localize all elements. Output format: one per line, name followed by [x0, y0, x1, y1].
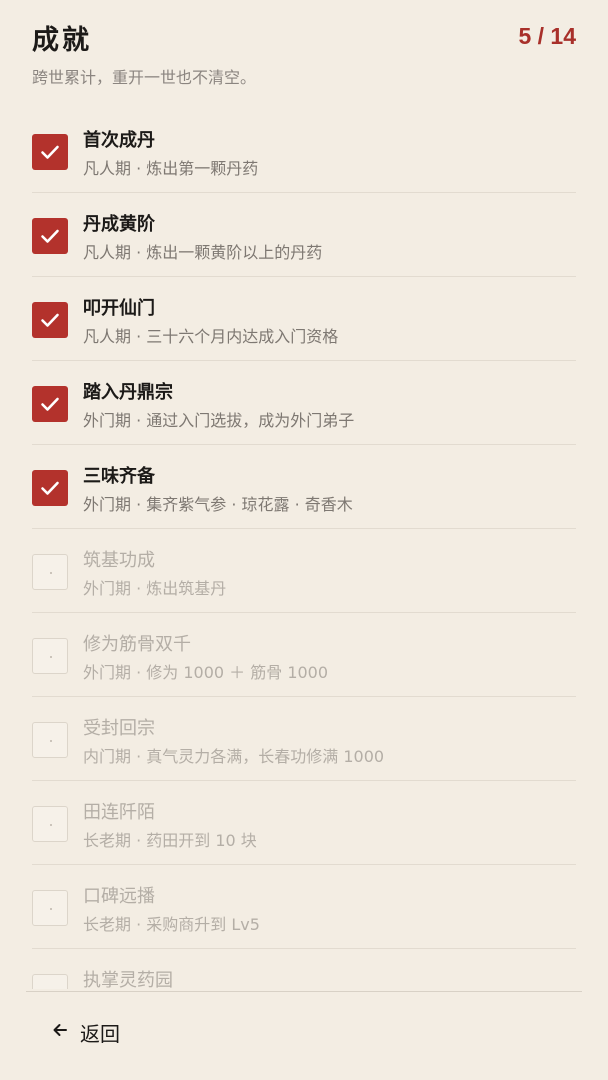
check-icon [41, 397, 59, 411]
achievement-desc: 外门期 · 集齐紫气参 · 琼花露 · 奇香木 [83, 495, 353, 514]
achievement-desc: 外门期 · 通过入门选拔，成为外门弟子 [83, 411, 355, 430]
achievement-list[interactable]: 首次成丹 凡人期 · 炼出第一颗丹药 丹成黄阶 凡人期 · 炼出一颗黄阶以上的丹药 叩开… [32, 109, 576, 989]
achievement-item: 三味齐备外门期 · 集齐紫气参 · 琼花露 · 奇香木 [32, 445, 576, 529]
achievement-desc: 长老期 · 药田开到 10 块 [83, 831, 257, 850]
achievement-desc: 长老期 · 采购商升到 Lv5 [83, 915, 260, 934]
checkbox-unchecked [32, 638, 68, 674]
achievement-desc: 外门期 · 修为 1000 ＋ 筋骨 1000 [83, 663, 329, 682]
header: 成就 5 / 14 [32, 18, 576, 58]
footer-divider [26, 991, 582, 992]
achievement-name: 执掌灵药园 [83, 970, 173, 989]
empty-dot-icon [50, 824, 52, 826]
check-icon [41, 229, 59, 243]
achievement-name: 三味齐备 [83, 466, 155, 487]
checkbox-checked [32, 134, 68, 170]
achievement-item: 踏入丹鼎宗外门期 · 通过入门选拔，成为外门弟子 [32, 361, 576, 445]
checkbox-unchecked [32, 890, 68, 926]
check-icon [41, 313, 59, 327]
checkbox-checked [32, 218, 68, 254]
achievement-name: 叩开仙门 [83, 298, 155, 319]
page-subtitle: 跨世累计，重开一世也不清空。 [32, 68, 257, 87]
back-button[interactable]: 返回 [52, 1018, 120, 1046]
checkbox-checked [32, 470, 68, 506]
achievement-item: 筑基功成外门期 · 炼出筑基丹 [32, 529, 576, 613]
achievement-item: 受封回宗内门期 · 真气灵力各满，长春功修满 1000 [32, 697, 576, 781]
achievement-name: 田连阡陌 [83, 802, 155, 823]
empty-dot-icon [50, 740, 52, 742]
achievement-name: 口碑远播 [83, 886, 155, 907]
checkbox-checked [32, 302, 68, 338]
achievement-name: 踏入丹鼎宗 [83, 382, 173, 403]
achievement-name: 筑基功成 [83, 550, 155, 571]
achievement-item: 修为筋骨双千外门期 · 修为 1000 ＋ 筋骨 1000 [32, 613, 576, 697]
achievement-item: 首次成丹凡人期 · 炼出第一颗丹药 [32, 109, 576, 193]
achievement-item: 执掌灵药园 [32, 949, 576, 989]
achievement-item: 田连阡陌长老期 · 药田开到 10 块 [32, 781, 576, 865]
page-title: 成就 [32, 25, 92, 56]
achievement-item: 口碑远播长老期 · 采购商升到 Lv5 [32, 865, 576, 949]
checkbox-unchecked [32, 806, 68, 842]
achievement-item: 丹成黄阶凡人期 · 炼出一颗黄阶以上的丹药 [32, 193, 576, 277]
progress-counter: 5 / 14 [518, 23, 576, 49]
achievement-name: 丹成黄阶 [83, 214, 155, 235]
empty-dot-icon [50, 572, 52, 574]
checkbox-unchecked [32, 554, 68, 590]
achievement-name: 受封回宗 [83, 718, 155, 739]
achievement-desc: 凡人期 · 三十六个月内达成入门资格 [83, 327, 339, 346]
checkbox-unchecked [32, 974, 68, 989]
back-label: 返回 [80, 1021, 120, 1046]
check-icon [41, 145, 59, 159]
achievement-desc: 内门期 · 真气灵力各满，长春功修满 1000 [83, 747, 385, 766]
empty-dot-icon [50, 656, 52, 658]
checkbox-unchecked [32, 722, 68, 758]
achievement-desc: 凡人期 · 炼出一颗黄阶以上的丹药 [83, 243, 323, 262]
achievements-screen: 成就 5 / 14 跨世累计，重开一世也不清空。 首次成丹凡人期 · 炼出第一颗… [0, 0, 608, 1080]
checkbox-checked [32, 386, 68, 422]
achievement-item: 叩开仙门凡人期 · 三十六个月内达成入门资格 [32, 277, 576, 361]
achievement-desc: 凡人期 · 炼出第一颗丹药 [83, 159, 259, 178]
achievement-name: 修为筋骨双千 [83, 634, 191, 655]
empty-dot-icon [50, 908, 52, 910]
check-icon [41, 481, 59, 495]
achievement-name: 首次成丹 [83, 130, 155, 151]
arrow-left-icon [52, 1022, 68, 1042]
achievement-desc: 外门期 · 炼出筑基丹 [83, 579, 227, 598]
